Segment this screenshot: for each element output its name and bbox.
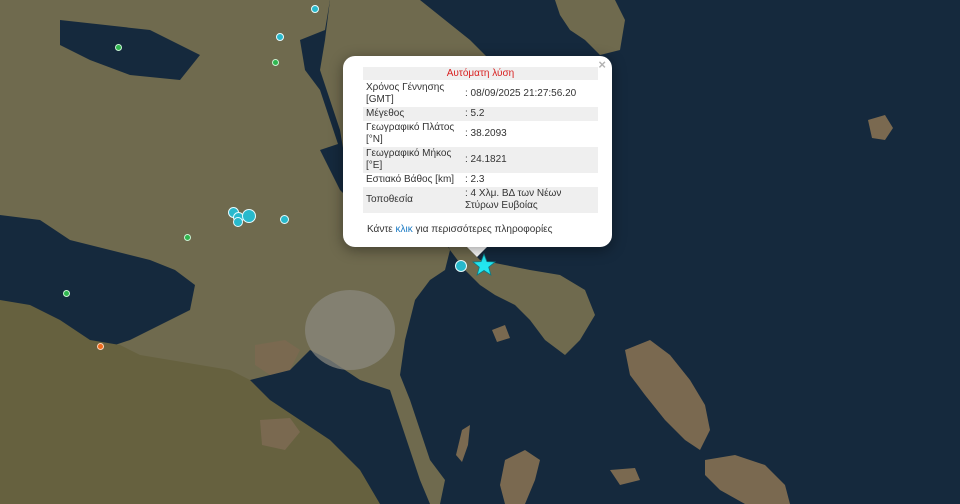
table-row: Εστιακό Βάθος [km] : 2.3 — [363, 173, 598, 187]
row-label: Γεωγραφικό Πλάτος [°N] — [366, 122, 455, 145]
earthquake-marker[interactable] — [311, 5, 319, 13]
earthquake-marker[interactable] — [184, 234, 191, 241]
row-label: Μέγεθος — [363, 107, 462, 121]
popup-tip — [466, 246, 488, 257]
earthquake-details-table: Χρόνος Γέννησης [GMT] : 08/09/2025 21:27… — [363, 81, 598, 213]
athens-urban — [305, 290, 395, 370]
earthquake-marker[interactable] — [63, 290, 70, 297]
row-value: : 4 Χλμ. ΒΔ των Νέων Στύρων Ευβοίας — [462, 187, 598, 213]
row-value: : 38.2093 — [465, 128, 507, 139]
close-icon[interactable]: × — [598, 58, 606, 72]
row-value: : 24.1821 — [462, 147, 598, 173]
more-info-text: Κάντε κλικ για περισσότερες πληροφορίες — [367, 224, 552, 235]
earthquake-marker[interactable] — [115, 44, 122, 51]
earthquake-marker[interactable] — [272, 59, 279, 66]
table-row: Γεωγραφικό Πλάτος [°N] : 38.2093 — [363, 121, 598, 147]
row-label: Γεωγραφικό Μήκος [°E] — [363, 147, 462, 173]
row-label: Τοποθεσία — [363, 187, 462, 213]
earthquake-marker[interactable] — [97, 343, 104, 350]
table-row: Γεωγραφικό Μήκος [°E] : 24.1821 — [363, 147, 598, 173]
more-info-suffix: για περισσότερες πληροφορίες — [412, 224, 553, 235]
earthquake-popup: × Αυτόματη λύση Χρόνος Γέννησης [GMT] : … — [343, 56, 612, 247]
row-value: : 2.3 — [465, 174, 485, 185]
earthquake-marker[interactable] — [242, 209, 256, 223]
table-row: Χρόνος Γέννησης [GMT] : 08/09/2025 21:27… — [363, 81, 598, 107]
row-value: : 5.2 — [462, 107, 598, 121]
popup-title: Αυτόματη λύση — [363, 67, 598, 80]
row-label: Χρόνος Γέννησης [GMT] — [366, 82, 445, 105]
earthquake-marker[interactable] — [280, 215, 289, 224]
earthquake-marker[interactable] — [276, 33, 284, 41]
table-row: Μέγεθος : 5.2 — [363, 107, 598, 121]
more-info-link[interactable]: κλικ — [396, 224, 413, 235]
row-label: Εστιακό Βάθος [km] — [366, 174, 455, 185]
table-row: Τοποθεσία : 4 Χλμ. ΒΔ των Νέων Στύρων Ευ… — [363, 187, 598, 213]
row-value: : 08/09/2025 21:27:56.20 — [465, 88, 577, 99]
more-info-prefix: Κάντε — [367, 224, 396, 235]
earthquake-marker[interactable] — [455, 260, 467, 272]
